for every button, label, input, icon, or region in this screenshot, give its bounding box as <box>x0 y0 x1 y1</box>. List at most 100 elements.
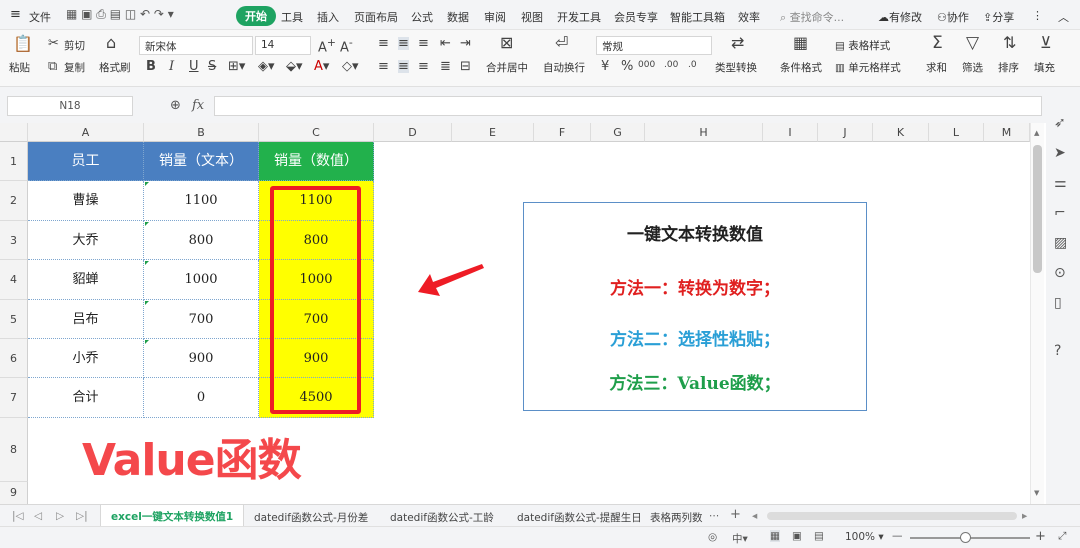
row-header[interactable]: 4 <box>0 260 28 300</box>
tab-developer[interactable]: 开发工具 <box>557 9 601 25</box>
eye-icon[interactable]: ◎ <box>708 531 717 543</box>
indent-decrease-icon[interactable]: ⇤ <box>440 37 451 50</box>
decrease-font-icon[interactable]: A- <box>340 37 353 54</box>
next-sheet-icon[interactable]: ▷ <box>56 510 64 522</box>
pin-icon[interactable]: ➶ <box>1054 115 1066 131</box>
scroll-up-icon[interactable]: ▲ <box>1034 129 1039 137</box>
location-icon[interactable]: ⊙ <box>1054 265 1066 281</box>
toolbar-quick-icons[interactable]: ▦ ▣ ⎙ ▤ ◫ ↶ ↷ ▾ <box>66 7 174 22</box>
brush-icon[interactable]: ⌂ <box>106 35 116 51</box>
cell-sales-text[interactable]: 0 <box>144 378 259 418</box>
wrap-icon[interactable]: ⏎ <box>555 35 568 51</box>
first-sheet-icon[interactable]: |◁ <box>12 510 24 522</box>
zoom-out-icon[interactable]: — <box>892 530 903 542</box>
merge-icon[interactable]: ⊠ <box>500 35 513 51</box>
horizontal-scrollbar[interactable] <box>767 512 1017 520</box>
merge-center-button[interactable]: 合并居中 <box>486 60 528 75</box>
add-sheet-icon[interactable]: + <box>730 507 741 522</box>
tab-review[interactable]: 审阅 <box>484 9 506 25</box>
row-header[interactable]: 1 <box>0 142 28 181</box>
more-icon[interactable]: ⋮ <box>1032 9 1043 22</box>
tabs-scroll-left-icon[interactable]: ◂ <box>752 510 757 522</box>
help-icon[interactable]: ? <box>1054 343 1061 359</box>
row-header[interactable]: 6 <box>0 339 28 378</box>
input-method-icon[interactable]: 中▾ <box>732 531 748 546</box>
filter-button[interactable]: 筛选 <box>962 60 983 75</box>
share-button[interactable]: ⇪分享 <box>983 9 1014 25</box>
bold-button[interactable]: B <box>146 60 156 73</box>
function-icon[interactable]: fx <box>192 98 204 113</box>
align-bottom-icon[interactable]: ≡ <box>418 37 429 50</box>
align-top-icon[interactable]: ≡ <box>378 37 389 50</box>
clear-icon[interactable]: ◇▾ <box>342 60 359 73</box>
sheet-tab-active[interactable]: excel一键文本转换数值1 <box>100 505 245 527</box>
tab-smart-toolbox[interactable]: 智能工具箱 <box>670 9 725 25</box>
fill-button[interactable]: 填充 <box>1034 60 1055 75</box>
underline-button[interactable]: U <box>189 60 199 73</box>
strikethrough-icon[interactable]: S̶ <box>208 60 216 73</box>
row-header[interactable]: 9 <box>0 482 28 504</box>
info-textbox[interactable]: 一键文本转换数值 方法一：转换为数字； 方法二：选择性粘贴； 方法三：Value… <box>523 202 867 411</box>
align-right-icon[interactable]: ≡ <box>418 60 429 73</box>
paste-icon[interactable]: 📋 <box>13 36 33 52</box>
select-all-corner[interactable] <box>0 123 28 142</box>
cell-employee[interactable]: 大乔 <box>28 221 144 260</box>
font-color-icon[interactable]: A▾ <box>314 60 329 73</box>
column-header[interactable]: L <box>929 123 984 142</box>
zoom-slider-thumb[interactable] <box>960 532 971 543</box>
sum-icon[interactable]: Σ <box>932 35 943 52</box>
border-icon[interactable]: ⊞▾ <box>228 60 245 73</box>
tabs-scroll-right-icon[interactable]: ▸ <box>1022 510 1027 522</box>
thousands-button[interactable]: 000 <box>638 61 655 70</box>
distribute-icon[interactable]: ⊟ <box>460 60 471 73</box>
column-header[interactable]: B <box>144 123 259 142</box>
conditional-format-icon[interactable]: ▦ <box>793 35 808 51</box>
scroll-thumb[interactable] <box>1033 145 1042 273</box>
column-header[interactable]: H <box>645 123 763 142</box>
normal-view-icon[interactable]: ▦ <box>770 530 780 542</box>
sum-button[interactable]: 求和 <box>926 60 947 75</box>
page-layout-view-icon[interactable]: ▣ <box>792 530 802 542</box>
indent-increase-icon[interactable]: ⇥ <box>460 37 471 50</box>
copy-button[interactable]: 复制 <box>64 60 85 75</box>
number-format-select[interactable]: 常规 <box>596 36 712 55</box>
fullscreen-icon[interactable]: ⤢ <box>1058 530 1066 543</box>
vertical-scrollbar[interactable]: ▲ ▼ <box>1030 123 1044 504</box>
fill-color-icon[interactable]: ⬙▾ <box>286 60 303 73</box>
justify-icon[interactable]: ≣ <box>440 60 451 73</box>
cell-employee[interactable]: 貂蝉 <box>28 260 144 300</box>
zoom-level[interactable]: 100% ▾ <box>845 531 884 543</box>
last-sheet-icon[interactable]: ▷| <box>76 510 88 522</box>
sheet-tab[interactable]: datedif函数公式-工龄 <box>390 510 494 525</box>
zoom-lens-icon[interactable]: ⊕ <box>170 98 181 113</box>
cell-employee[interactable]: 吕布 <box>28 300 144 339</box>
font-family-select[interactable]: 新宋体 <box>139 36 253 55</box>
tab-member[interactable]: 会员专享 <box>614 9 658 25</box>
cell-sales-text[interactable]: 1000 <box>144 260 259 300</box>
prev-sheet-icon[interactable]: ◁ <box>34 510 42 522</box>
type-convert-button[interactable]: 类型转换 <box>715 60 757 75</box>
increase-decimal-icon[interactable]: .00 <box>664 61 678 70</box>
cell-employee[interactable]: 合计 <box>28 378 144 418</box>
cursor-icon[interactable]: ➤ <box>1054 145 1066 161</box>
cell-employee[interactable]: 小乔 <box>28 339 144 378</box>
cell-sales-text[interactable]: 800 <box>144 221 259 260</box>
cell-sales-text[interactable]: 700 <box>144 300 259 339</box>
percent-button[interactable]: % <box>621 60 633 73</box>
header-cell-sales-number[interactable]: 销量（数值） <box>259 142 374 181</box>
format-painter-button[interactable]: 格式刷 <box>99 60 131 75</box>
tab-home[interactable]: 开始 <box>236 6 276 26</box>
tab-view[interactable]: 视图 <box>521 9 543 25</box>
column-header[interactable]: J <box>818 123 873 142</box>
sliders-icon[interactable]: ⚌ <box>1054 175 1067 191</box>
column-header[interactable]: A <box>28 123 144 142</box>
clip-icon[interactable]: ⌐ <box>1054 205 1066 221</box>
row-header[interactable]: 8 <box>0 418 28 482</box>
paste-button[interactable]: 粘贴 <box>9 60 30 75</box>
column-header[interactable]: F <box>534 123 591 142</box>
tab-efficiency[interactable]: 效率 <box>738 9 760 25</box>
column-header[interactable]: D <box>374 123 452 142</box>
align-left-icon[interactable]: ≡ <box>378 60 389 73</box>
increase-font-icon[interactable]: A+ <box>318 37 336 54</box>
tab-insert[interactable]: 插入 <box>317 9 339 25</box>
